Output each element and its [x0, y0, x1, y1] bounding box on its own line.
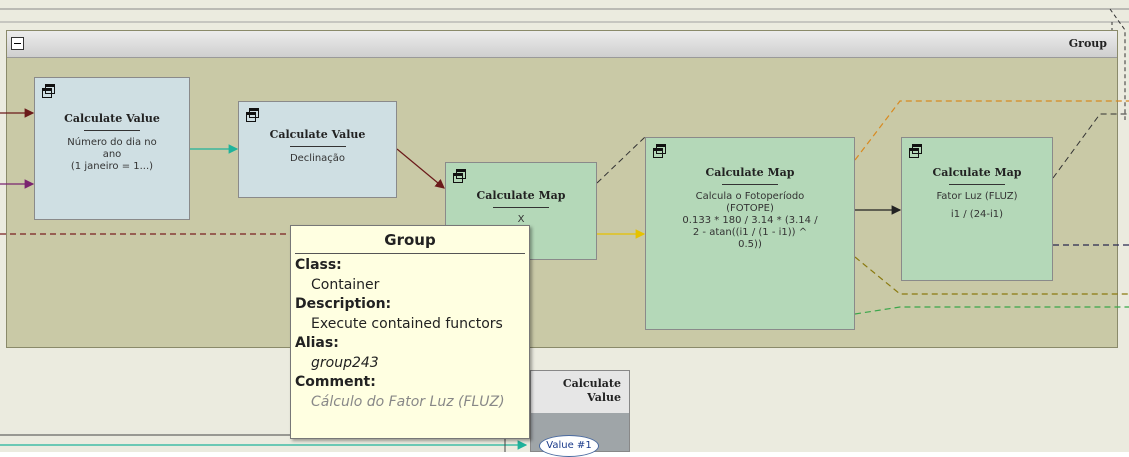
node-desc-line: Declinação [289, 153, 346, 164]
node-calc-value-declinacao[interactable]: Calculate Value Declinação [238, 101, 397, 198]
tooltip-divider [295, 253, 525, 254]
input-port-value[interactable]: Value #1 [539, 435, 599, 457]
tooltip-alias-label: Alias: [295, 335, 339, 351]
node-header: Calculate Value [531, 371, 629, 413]
node-desc-line: i1 / (24-i1) [950, 209, 1004, 220]
node-desc-line: Fator Luz (FLUZ) [936, 191, 1018, 202]
tooltip-comment-label: Comment: [295, 374, 376, 390]
tooltip-alias-value: group243 [311, 355, 379, 371]
node-desc-line: 0.133 * 180 / 3.14 * (3.14 / [682, 215, 818, 226]
diagram-canvas[interactable]: Group Calculate Value Número do dia no a… [0, 0, 1129, 457]
title-divider [84, 130, 140, 131]
node-desc-line: 2 - atan((i1 / (1 - i1)) ^ [692, 227, 808, 238]
tooltip-comment-value: Cálculo do Fator Luz (FLUZ) [311, 394, 505, 410]
node-calc-map-fluz[interactable]: Calculate Map Fator Luz (FLUZ) i1 / (24-… [901, 137, 1053, 281]
node-calc-value-day[interactable]: Calculate Value Número do dia no ano (1 … [34, 77, 190, 220]
collapse-button[interactable] [11, 37, 24, 50]
restore-window-icon[interactable] [653, 144, 666, 158]
group-title: Group [1068, 37, 1107, 50]
node-title: Calculate Map [932, 166, 1022, 179]
tooltip-class-value: Container [311, 277, 380, 293]
node-title-line: Calculate [562, 377, 621, 390]
title-divider [289, 146, 346, 147]
restore-window-icon[interactable] [42, 84, 55, 98]
node-desc-line: (FOTOPE) [726, 203, 774, 214]
group-header[interactable]: Group [7, 31, 1117, 58]
node-desc-line: Número do dia no [67, 137, 157, 148]
node-desc-line: Calcula o Fotoperíodo [695, 191, 805, 202]
node-desc-line: ano [102, 149, 122, 160]
restore-window-icon[interactable] [909, 144, 922, 158]
restore-window-icon[interactable] [453, 169, 466, 183]
title-divider [722, 184, 778, 185]
node-desc-line: 0.5)) [738, 239, 762, 250]
node-title: Calculate Map [476, 189, 566, 202]
node-title: Calculate Value [64, 112, 160, 125]
node-title: Calculate Value [269, 128, 366, 141]
tooltip-title: Group [384, 231, 436, 249]
node-title-line: Value [587, 391, 621, 404]
node-calc-value-bottom[interactable]: Calculate Value Value #1 [530, 370, 630, 457]
node-desc-line: (1 janeiro = 1...) [70, 161, 154, 172]
title-divider [949, 184, 1005, 185]
tooltip-class-label: Class: [295, 257, 342, 273]
node-title: Calculate Map [705, 166, 795, 179]
tooltip-description-label: Description: [295, 296, 392, 312]
group-tooltip: Group Class: Container Description: Exec… [290, 225, 530, 439]
restore-window-icon[interactable] [246, 108, 259, 122]
node-calc-map-fotope[interactable]: Calculate Map Calcula o Fotoperíodo (FOT… [645, 137, 855, 330]
title-divider [493, 207, 549, 208]
tooltip-description-value: Execute contained functors [311, 316, 503, 332]
